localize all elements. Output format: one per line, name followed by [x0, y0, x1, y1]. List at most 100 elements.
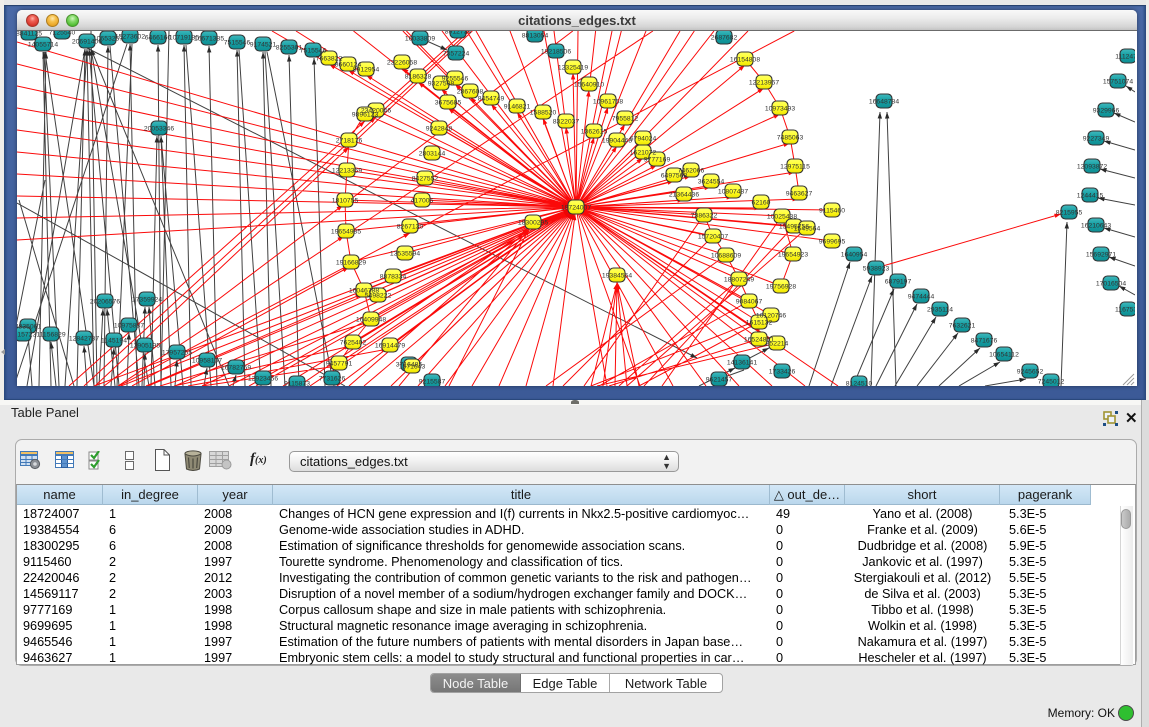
- svg-text:8267130: 8267130: [397, 224, 424, 231]
- svg-text:8471676: 8471676: [971, 338, 998, 345]
- svg-text:252214: 252214: [766, 341, 789, 348]
- svg-text:8427552: 8427552: [412, 176, 439, 183]
- svg-text:7515546: 7515546: [224, 40, 251, 47]
- svg-text:10654112: 10654112: [989, 352, 1019, 359]
- svg-text:8124510: 8124510: [846, 381, 873, 387]
- svg-text:12213369: 12213369: [332, 168, 362, 175]
- svg-text:2935114: 2935114: [927, 307, 953, 314]
- svg-text:9255546: 9255546: [442, 76, 469, 83]
- svg-text:7955812: 7955812: [612, 116, 639, 123]
- svg-text:16648784: 16648784: [869, 99, 899, 106]
- svg-text:14055714: 14055714: [28, 42, 58, 49]
- svg-text:7625402: 7625402: [340, 340, 367, 347]
- svg-text:16210643: 16210643: [1081, 223, 1111, 230]
- svg-text:9699695: 9699695: [819, 239, 846, 246]
- svg-text:9115460: 9115460: [819, 208, 845, 215]
- svg-text:7485063: 7485063: [777, 135, 804, 142]
- svg-text:9227349: 9227349: [1083, 136, 1110, 143]
- svg-text:16033809: 16033809: [405, 36, 435, 43]
- svg-text:17359924: 17359924: [132, 297, 162, 304]
- svg-text:1244415: 1244415: [1077, 193, 1104, 200]
- svg-text:9457791: 9457791: [326, 361, 353, 368]
- svg-text:18724007: 18724007: [561, 205, 591, 212]
- svg-text:17957255: 17957255: [162, 350, 192, 357]
- svg-text:15692971: 15692971: [1086, 252, 1116, 259]
- svg-text:9242848: 9242848: [426, 126, 453, 133]
- svg-text:19756928: 19756928: [766, 284, 796, 291]
- svg-text:19384554: 19384554: [602, 273, 632, 280]
- svg-text:12842737: 12842737: [69, 336, 99, 343]
- svg-text:7731626: 7731626: [319, 376, 346, 383]
- svg-text:12923466: 12923466: [248, 376, 278, 383]
- svg-text:8912954: 8912954: [353, 67, 380, 74]
- svg-text:1640954: 1640954: [841, 252, 868, 259]
- svg-text:17016504: 17016504: [1096, 281, 1126, 288]
- svg-text:15640910: 15640910: [574, 82, 604, 89]
- svg-text:8878334: 8878334: [380, 274, 407, 281]
- svg-text:8255301: 8255301: [276, 45, 303, 52]
- svg-text:20206576: 20206576: [90, 299, 120, 306]
- svg-text:2867608: 2867608: [457, 89, 484, 96]
- svg-text:10973493: 10973493: [765, 106, 795, 113]
- svg-text:9621457: 9621457: [706, 377, 733, 384]
- svg-text:1621072: 1621072: [630, 150, 657, 157]
- svg-text:8454749: 8454749: [478, 96, 505, 103]
- svg-text:9084067: 9084067: [736, 299, 763, 306]
- svg-text:2687682: 2687682: [711, 35, 738, 42]
- svg-text:14136141: 14136141: [727, 360, 757, 367]
- svg-text:9146821: 9146821: [504, 104, 531, 111]
- svg-text:1615132: 1615132: [746, 320, 773, 327]
- svg-text:10688609: 10688609: [711, 253, 741, 260]
- svg-text:7386322: 7386322: [691, 213, 718, 220]
- svg-text:13535594: 13535594: [390, 251, 420, 258]
- svg-text:1733426: 1733426: [769, 369, 796, 376]
- svg-text:7245012: 7245012: [1038, 379, 1065, 386]
- svg-text:20053346: 20053346: [144, 126, 174, 133]
- svg-text:1549564: 1549564: [794, 226, 821, 233]
- svg-text:1112475: 1112475: [1115, 54, 1135, 61]
- svg-text:6794024: 6794024: [630, 136, 657, 143]
- svg-text:19654923: 19654923: [778, 252, 808, 259]
- svg-text:7632621: 7632621: [949, 323, 976, 330]
- svg-text:8322037: 8322037: [553, 119, 580, 126]
- svg-text:16671385: 16671385: [194, 36, 224, 43]
- svg-text:9245652: 9245652: [1017, 369, 1044, 376]
- svg-text:18807249: 18807249: [724, 277, 754, 284]
- svg-text:21364436: 21364436: [669, 192, 699, 199]
- svg-text:7462066: 7462066: [678, 168, 705, 175]
- svg-text:23226058: 23226058: [387, 60, 417, 67]
- svg-text:7357224: 7357224: [443, 51, 470, 58]
- svg-text:1167534: 1167534: [1115, 307, 1135, 314]
- svg-text:9329966: 9329966: [1093, 108, 1120, 115]
- svg-text:1362615: 1362615: [581, 129, 608, 136]
- svg-text:9777169: 9777169: [644, 157, 671, 164]
- svg-text:12905195: 12905195: [130, 343, 160, 350]
- svg-text:16782759: 16782759: [221, 365, 251, 372]
- svg-text:9896123: 9896123: [352, 112, 379, 119]
- svg-text:5938923: 5938923: [863, 266, 890, 273]
- svg-text:1571643: 1571643: [399, 364, 426, 371]
- svg-text:1145194: 1145194: [101, 338, 127, 345]
- svg-text:3624554: 3624554: [698, 179, 725, 186]
- svg-text:62160: 62160: [752, 200, 771, 207]
- svg-text:16120746: 16120746: [756, 313, 786, 320]
- svg-text:10807487: 10807487: [718, 189, 748, 196]
- svg-text:2803144: 2803144: [419, 151, 446, 158]
- svg-text:1810755: 1810755: [332, 198, 359, 205]
- svg-text:9463627: 9463627: [786, 191, 813, 198]
- svg-text:11156829: 11156829: [36, 332, 65, 339]
- svg-text:3915723: 3915723: [17, 332, 36, 339]
- svg-text:4835061: 4835061: [17, 324, 41, 331]
- svg-text:9115873: 9115873: [284, 381, 310, 387]
- svg-text:19218506: 19218506: [541, 49, 571, 56]
- svg-text:16914479: 16914479: [375, 343, 405, 350]
- svg-text:6466160: 6466160: [145, 35, 172, 42]
- svg-text:12213967: 12213967: [749, 80, 779, 87]
- svg-text:6879197: 6879197: [885, 279, 912, 286]
- svg-text:15273602: 15273602: [115, 34, 145, 41]
- svg-text:12975115: 12975115: [780, 164, 810, 171]
- svg-text:19654985: 19654985: [331, 229, 361, 236]
- svg-text:1588520: 1588520: [530, 110, 557, 117]
- svg-text:15751074: 15751074: [1103, 79, 1133, 86]
- svg-text:19166829: 19166829: [336, 260, 366, 267]
